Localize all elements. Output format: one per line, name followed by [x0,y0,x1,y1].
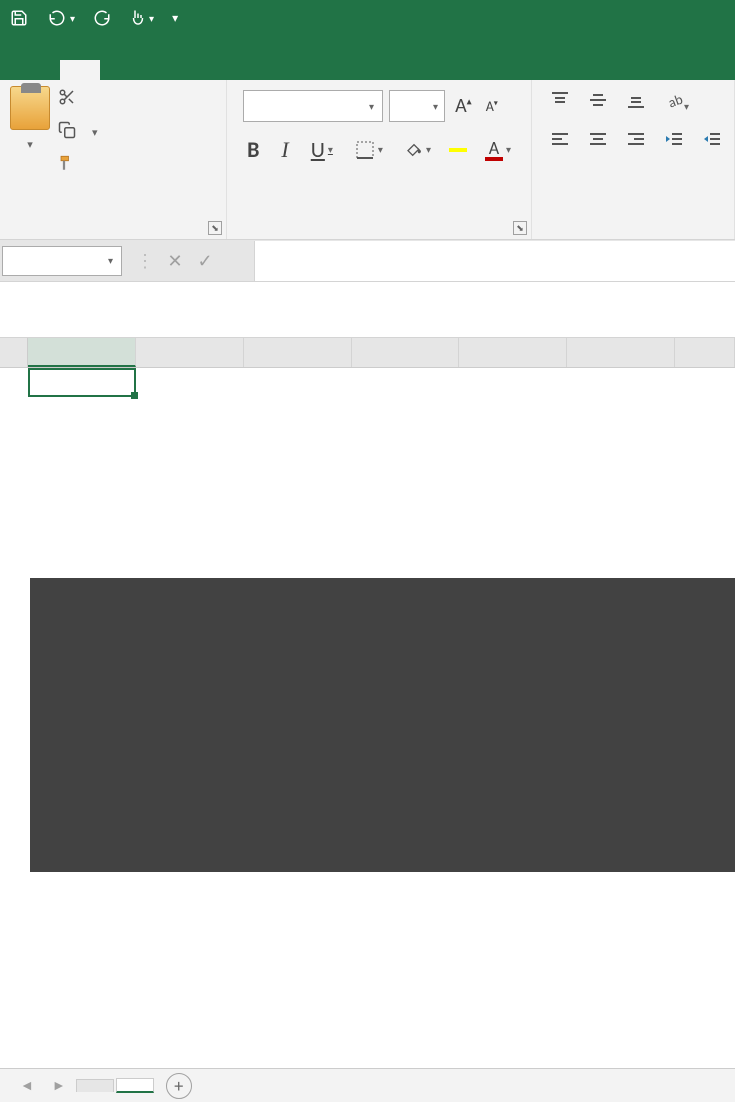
redo-icon[interactable] [93,9,111,27]
column-header-c[interactable] [244,338,352,367]
align-bottom-icon[interactable] [626,90,646,116]
chevron-down-icon: ▾ [369,100,374,113]
column-header-f[interactable] [567,338,675,367]
sheet-nav-next-icon[interactable]: ► [44,1077,74,1094]
orientation-icon[interactable]: ab▾ [664,90,689,116]
sheet-tab-1[interactable] [76,1079,114,1092]
font-color-swatch [485,157,503,161]
paste-icon [10,86,50,130]
column-header-d[interactable] [352,338,460,367]
borders-button[interactable]: ▾ [351,138,387,162]
increase-font-icon[interactable]: A▴ [451,94,476,118]
tab-data[interactable] [260,60,300,80]
decrease-font-icon[interactable]: A▾ [482,98,502,115]
column-header-g[interactable] [675,338,735,367]
fill-color-button[interactable]: ▾ [401,140,435,160]
group-clipboard: ▾ ▾ [0,80,227,239]
formula-bar: ▾ ⋮ ✕ ✓ [0,240,735,282]
tab-insert[interactable] [100,60,140,80]
sheet-tab-bar: ◄ ► + [0,1068,735,1102]
tab-page-layout[interactable] [180,60,220,80]
font-name-dropdown[interactable]: ▾ [243,90,383,122]
increase-indent-icon[interactable] [702,130,722,156]
copy-dropdown-icon[interactable]: ▾ [92,126,98,139]
paste-dropdown-icon[interactable]: ▾ [27,138,33,151]
chevron-down-icon: ▾ [108,254,113,267]
name-box[interactable]: ▾ [2,246,122,276]
sheet-nav-prev-icon[interactable]: ◄ [12,1077,42,1094]
save-icon[interactable] [10,9,28,27]
column-headers [0,338,735,368]
copy-button[interactable]: ▾ [58,121,98,144]
select-all-corner[interactable] [0,338,28,367]
font-size-dropdown[interactable]: ▾ [389,90,445,122]
bold-button[interactable]: B [243,134,263,165]
cut-button[interactable] [58,88,98,111]
italic-button[interactable]: I [277,135,292,165]
underline-button[interactable]: U ▾ [307,134,337,165]
sheet-tab-2[interactable] [116,1078,154,1093]
font-color-button[interactable]: A ▾ [481,137,515,163]
column-header-a[interactable] [28,338,136,367]
align-right-icon[interactable] [626,130,646,156]
tab-file[interactable] [20,60,60,80]
font-launcher-icon[interactable]: ⬊ [513,221,527,235]
align-middle-icon[interactable] [588,90,608,116]
quick-access-toolbar: ▾ ▾ ▾ [0,0,735,36]
enter-icon[interactable]: ✓ [190,250,220,272]
paintbrush-icon [58,154,76,177]
formula-input[interactable] [254,241,735,281]
decrease-indent-icon[interactable] [664,130,684,156]
group-alignment: ab▾ [532,80,735,239]
ribbon-tabs [0,36,735,80]
column-header-b[interactable] [136,338,244,367]
expand-formula-icon[interactable]: ⋮ [130,250,160,272]
fill-color-swatch [449,148,467,152]
clipboard-launcher-icon[interactable]: ⬊ [208,221,222,235]
group-font: ▾ ▾ A▴ A▾ B I U ▾ ▾ ▾ [227,80,532,239]
chevron-down-icon: ▾ [433,100,438,113]
spreadsheet-grid [0,338,735,368]
undo-icon[interactable]: ▾ [46,9,75,27]
spacer [0,282,735,338]
scissors-icon [58,88,76,111]
align-top-icon[interactable] [550,90,570,116]
column-header-e[interactable] [459,338,567,367]
tab-review[interactable] [300,60,340,80]
format-painter-button[interactable] [58,154,98,177]
add-sheet-button[interactable]: + [166,1073,192,1099]
tab-draw[interactable] [140,60,180,80]
touch-mode-icon[interactable]: ▾ [129,9,154,27]
align-left-icon[interactable] [550,130,570,156]
align-center-icon[interactable] [588,130,608,156]
qat-customize-icon[interactable]: ▾ [172,11,178,26]
copy-icon [58,121,76,144]
tab-formulas[interactable] [220,60,260,80]
active-cell-indicator [28,368,136,397]
tab-home[interactable] [60,60,100,80]
cancel-icon[interactable]: ✕ [160,250,190,272]
title-overlay [30,578,735,872]
paste-button[interactable]: ▾ [10,86,50,177]
svg-text:ab: ab [666,91,684,110]
ribbon: ▾ ▾ [0,80,735,240]
